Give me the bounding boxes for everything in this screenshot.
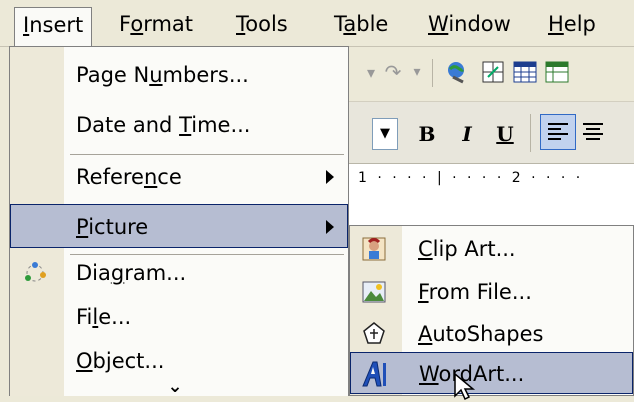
center-icon[interactable] [582, 122, 604, 147]
style-dropdown-arrow[interactable]: ▼ [372, 118, 398, 150]
insert-menu: Page Numbers... Date and Time... Referen… [9, 46, 349, 396]
ruler-ticks: 1 · · · · | · · · · 2 · · · · [358, 170, 584, 186]
menu-bar: Insert Format Tools Table Window Help [0, 0, 634, 47]
diagram-icon [20, 258, 50, 288]
menu-item-label: Picture [76, 215, 149, 239]
menu-item-label: From File... [418, 280, 532, 304]
menu-item-label: Date and Time... [76, 113, 251, 137]
menu-item-label: Clip Art... [418, 237, 516, 261]
menu-item-label: Page Numbers... [76, 63, 249, 87]
standard-toolbar: ▾ ↷ ▾ [340, 47, 634, 101]
underline-button[interactable]: U [490, 118, 520, 150]
hyperlink-icon[interactable] [444, 59, 470, 85]
menu-table[interactable]: Table [326, 7, 396, 41]
menu-item-diagram[interactable]: Diagram... [10, 251, 348, 295]
redo-icon[interactable]: ↷ [380, 59, 406, 85]
picture-from-file-icon [359, 277, 389, 307]
toolbar-separator [530, 114, 531, 152]
horizontal-ruler: 1 · · · · | · · · · 2 · · · · [340, 163, 634, 195]
menu-item-label: AutoShapes [418, 322, 544, 346]
italic-button[interactable]: I [452, 118, 482, 150]
menu-tools[interactable]: Tools [228, 7, 296, 41]
clip-art-icon [359, 234, 389, 264]
double-chevron-down-icon[interactable]: ⌄ [160, 377, 190, 397]
insert-table-icon[interactable] [512, 59, 538, 85]
picture-submenu: Clip Art... From File... AutoShapes Word… [349, 225, 634, 396]
menu-item-wordart[interactable]: WordArt... [350, 352, 633, 394]
menu-item-clip-art[interactable]: Clip Art... [350, 228, 633, 270]
autoshapes-icon [359, 319, 389, 349]
menu-format[interactable]: Format [111, 7, 201, 41]
insert-excel-icon[interactable] [544, 59, 570, 85]
menu-item-autoshapes[interactable]: AutoShapes [350, 313, 633, 355]
menu-item-file[interactable]: File... [10, 295, 348, 339]
align-left-icon [548, 123, 568, 140]
menu-item-label: Diagram... [76, 261, 187, 285]
menu-insert[interactable]: Insert [14, 7, 93, 47]
tables-borders-icon[interactable] [480, 59, 506, 85]
menu-item-reference[interactable]: Reference [10, 155, 348, 199]
menu-help[interactable]: Help [540, 7, 604, 41]
menu-item-label: File... [76, 305, 132, 329]
bold-button[interactable]: B [412, 118, 442, 150]
menu-item-from-file[interactable]: From File... [350, 271, 633, 313]
align-left-button[interactable] [540, 114, 576, 150]
submenu-arrow-icon [326, 220, 334, 234]
toolbar-separator [432, 59, 433, 87]
menu-item-date-time[interactable]: Date and Time... [10, 103, 348, 147]
submenu-arrow-icon [326, 170, 334, 184]
redo-dropdown-icon[interactable]: ▾ [404, 59, 430, 85]
menu-window[interactable]: Window [420, 7, 519, 41]
menu-item-label: Object... [76, 349, 165, 373]
wordart-icon [360, 359, 390, 389]
mouse-cursor-icon [454, 372, 476, 401]
menu-item-picture[interactable]: Picture [10, 204, 348, 248]
menu-item-page-numbers[interactable]: Page Numbers... [10, 53, 348, 97]
menu-item-label: Reference [76, 165, 182, 189]
